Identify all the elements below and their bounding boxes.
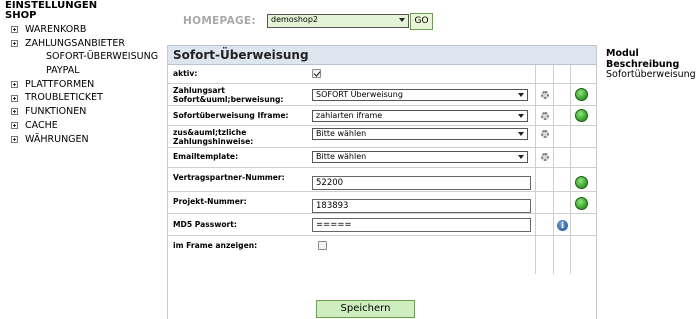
sidebar-item-label[interactable]: WARENKORB	[25, 23, 86, 37]
status-ok-icon	[575, 197, 588, 210]
sidebar-item-label[interactable]: WÄHRUNGEN	[25, 133, 89, 147]
sidebar-item-label[interactable]: CACHE	[25, 119, 58, 133]
hinweise-label-line1: zus&auml;tzliche	[173, 128, 247, 137]
status-ok-icon	[575, 109, 588, 122]
expand-plus-icon[interactable]	[11, 135, 18, 143]
sidebar-item-label[interactable]: SOFORT-ÜBERWEISUNG	[46, 50, 158, 64]
zahlungsart-label-line1: Zahlungsart	[173, 86, 225, 95]
homepage-label: HOMEPAGE:	[183, 15, 256, 27]
sidebar-item-label[interactable]: PAYPAL	[46, 64, 80, 78]
status-ok-icon	[575, 88, 588, 101]
expand-plus-icon[interactable]	[11, 122, 18, 130]
hinweise-select-value: Bitte wählen	[316, 129, 367, 138]
row-aktiv: aktiv:	[168, 65, 596, 84]
sidebar-item-label[interactable]: FUNKTIONEN	[25, 105, 86, 119]
settings-gear-icon[interactable]	[541, 112, 549, 120]
projekt-label: Projekt-Nummer:	[173, 197, 247, 206]
zahlungsart-label: Zahlungsart Sofort&uuml;berweisung:	[173, 86, 283, 104]
sidebar-item-waehrungen[interactable]: WÄHRUNGEN	[5, 133, 165, 147]
hinweise-label: zus&auml;tzliche Zahlungshinweise:	[173, 128, 253, 146]
expand-plus-icon[interactable]	[11, 94, 18, 102]
row-emailtemplate: Emailtemplate: Bitte wählen	[168, 148, 596, 168]
aktiv-label: aktiv:	[173, 69, 198, 78]
row-zahlungsart: Zahlungsart Sofort&uuml;berweisung: SOFO…	[168, 84, 596, 106]
sidebar-nav: EINSTELLUNGEN SHOP WARENKORB ZAHLUNGSANB…	[5, 1, 165, 146]
row-zahlungshinweise: zus&auml;tzliche Zahlungshinweise: Bitte…	[168, 126, 596, 148]
expand-plus-icon[interactable]	[11, 108, 18, 116]
md5-label: MD5 Passwort:	[173, 220, 237, 229]
emailtemplate-select-value: Bitte wählen	[316, 152, 367, 161]
row-im-frame: im Frame anzeigen:	[168, 236, 596, 256]
hinweise-select[interactable]: Bitte wählen	[312, 128, 528, 140]
sidebar-item-cache[interactable]: CACHE	[5, 119, 165, 133]
homepage-select-value: demoshop2	[271, 15, 318, 24]
settings-gear-icon[interactable]	[541, 153, 549, 161]
sidebar-item-paypal[interactable]: PAYPAL	[5, 64, 165, 78]
sidebar-item-sofort-ueberweisung[interactable]: SOFORT-ÜBERWEISUNG	[5, 50, 165, 64]
go-button[interactable]: GO	[410, 13, 433, 30]
iframe-label: Sofortüberweisung Iframe:	[173, 111, 289, 120]
sidebar-item-label[interactable]: TROUBLETICKET	[25, 91, 103, 105]
expand-plus-icon[interactable]	[11, 26, 18, 34]
sidebar-item-troubleticket[interactable]: TROUBLETICKET	[5, 91, 165, 105]
row-vertragspartner: Vertragspartner-Nummer: 52200	[168, 168, 596, 192]
sidebar-title-line2: SHOP	[5, 10, 37, 21]
sidebar-item-warenkorb[interactable]: WARENKORB	[5, 23, 165, 37]
row-projekt: Projekt-Nummer: 183893	[168, 192, 596, 214]
sidebar-item-zahlungsanbieter[interactable]: ZAHLUNGSANBIETER	[5, 37, 165, 51]
emailtemplate-label: Emailtemplate:	[173, 152, 239, 161]
emailtemplate-select[interactable]: Bitte wählen	[312, 151, 528, 163]
hinweise-label-line2: Zahlungshinweise:	[173, 137, 254, 146]
module-heading-line1: Modul	[606, 48, 639, 59]
sidebar-list: WARENKORB ZAHLUNGSANBIETER SOFORT-ÜBERWE…	[5, 23, 165, 146]
module-name: Sofortüberweisung	[606, 69, 696, 80]
projekt-input[interactable]: 183893	[312, 199, 531, 213]
aktiv-checkbox[interactable]	[312, 69, 321, 78]
expand-plus-icon[interactable]	[11, 81, 18, 89]
iframe-select-value: zahlarten iframe	[316, 111, 383, 120]
sidebar-item-label[interactable]: PLATTFORMEN	[25, 78, 94, 92]
status-ok-icon	[575, 176, 588, 189]
info-icon[interactable]: i	[557, 220, 568, 231]
iframe-select[interactable]: zahlarten iframe	[312, 110, 528, 122]
homepage-select[interactable]: demoshop2	[267, 14, 409, 28]
expand-plus-icon[interactable]	[11, 40, 18, 48]
sidebar-title: EINSTELLUNGEN SHOP	[5, 1, 165, 21]
sidebar-item-label[interactable]: ZAHLUNGSANBIETER	[25, 37, 125, 51]
panel-title: Sofort-Überweisung	[168, 45, 596, 65]
row-iframe: Sofortüberweisung Iframe: zahlarten ifra…	[168, 106, 596, 126]
module-info: Modul Beschreibung Sofortüberweisung	[606, 48, 696, 81]
zahlungsart-label-line2: Sofort&uuml;berweisung:	[173, 95, 284, 104]
settings-gear-icon[interactable]	[541, 130, 549, 138]
frame-label: im Frame anzeigen:	[173, 241, 258, 250]
md5-password-input[interactable]: =====	[312, 218, 531, 232]
row-md5: MD5 Passwort: ===== i	[168, 214, 596, 236]
save-button[interactable]: Speichern	[316, 300, 415, 318]
vertragspartner-label: Vertragspartner-Nummer:	[173, 173, 285, 182]
sidebar-item-funktionen[interactable]: FUNKTIONEN	[5, 105, 165, 119]
zahlungsart-select[interactable]: SOFORT Überweisung	[312, 89, 528, 101]
settings-panel: Sofort-Überweisung aktiv: Zahlungsart So…	[167, 45, 597, 319]
sidebar-item-plattformen[interactable]: PLATTFORMEN	[5, 78, 165, 92]
settings-gear-icon[interactable]	[541, 91, 549, 99]
frame-checkbox[interactable]	[318, 241, 327, 250]
vertragspartner-input[interactable]: 52200	[312, 176, 531, 190]
zahlungsart-select-value: SOFORT Überweisung	[316, 90, 403, 99]
